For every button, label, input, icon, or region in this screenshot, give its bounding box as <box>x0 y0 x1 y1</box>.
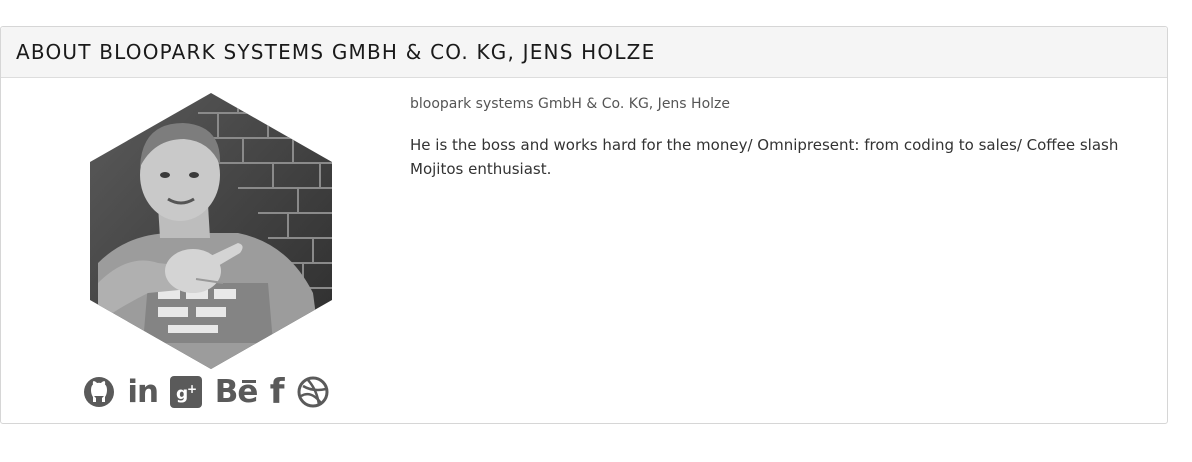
author-box: ABOUT BLOOPARK SYSTEMS GMBH & CO. KG, JE… <box>0 26 1168 424</box>
dribbble-icon <box>297 376 329 408</box>
linkedin-link[interactable]: in <box>127 373 159 410</box>
author-description: He is the boss and works hard for the mo… <box>410 136 1119 178</box>
linkedin-icon: in <box>127 373 159 410</box>
author-bio: bloopark systems GmbH & Co. KG, Jens Hol… <box>410 93 1150 181</box>
author-name: bloopark systems GmbH & Co. KG, Jens Hol… <box>410 96 730 112</box>
github-icon <box>84 377 114 407</box>
svg-text:+: + <box>187 382 197 396</box>
author-box-title: ABOUT BLOOPARK SYSTEMS GMBH & CO. KG, JE… <box>16 40 656 64</box>
dribbble-link[interactable] <box>297 376 329 408</box>
facebook-link[interactable]: f <box>270 375 285 409</box>
author-box-body: in g + Be f bloopark systems GmbH & Co. … <box>1 78 1167 424</box>
behance-bar <box>242 379 257 383</box>
author-box-header: ABOUT BLOOPARK SYSTEMS GMBH & CO. KG, JE… <box>1 27 1167 78</box>
google-plus-link[interactable]: g + <box>170 376 203 408</box>
google-plus-icon: g + <box>170 376 203 408</box>
social-links: in g + Be f <box>83 372 329 412</box>
behance-icon: Be <box>215 376 259 408</box>
facebook-icon: f <box>269 372 285 412</box>
github-link[interactable] <box>83 376 115 408</box>
behance-link[interactable]: Be <box>215 376 259 408</box>
author-avatar <box>90 93 332 369</box>
